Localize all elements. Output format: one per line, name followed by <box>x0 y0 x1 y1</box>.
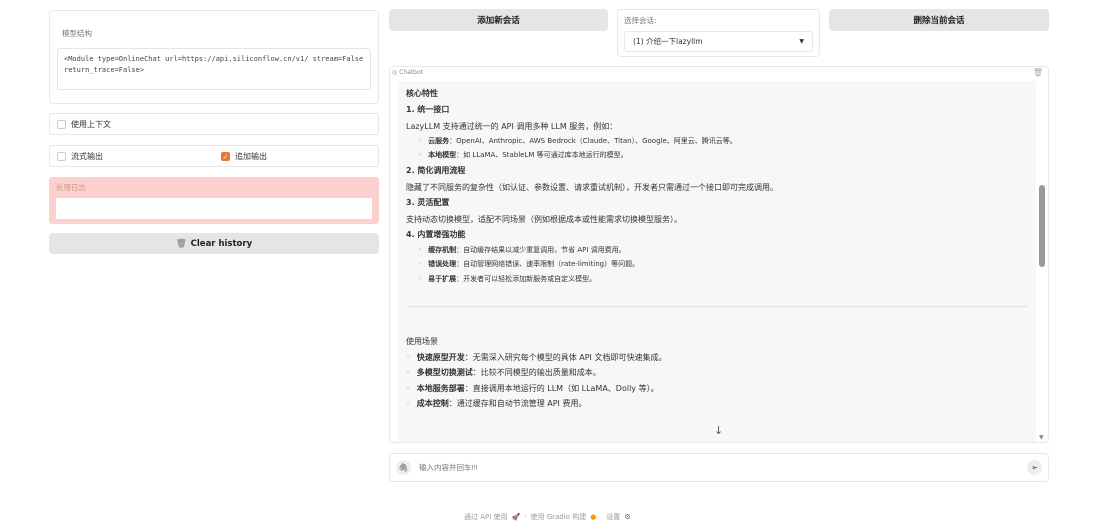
list-item-text: ：通过缓存和自动节流管理 API 费用。 <box>448 399 587 409</box>
session-select-panel: 选择会话: (1) 介绍一下lazyllm ▼ <box>617 9 820 57</box>
paperclip-icon[interactable]: 🖇 <box>396 460 411 475</box>
scroll-down-icon[interactable]: ▼ <box>1039 434 1044 441</box>
append-output-checkbox[interactable]: ✓ 追加输出 <box>221 151 267 162</box>
list-item-text: ：无需深入研究每个模型的具体 API 文档即可快速集成。 <box>464 352 667 362</box>
list-item-text: ：自动管理网络错误、速率限制（rate-limiting）等问题。 <box>456 260 640 269</box>
model-structure-panel: 模型结构 <Module type=OnlineChat url=https:/… <box>49 10 379 104</box>
api-link[interactable]: 通过 API 使用 <box>464 512 508 522</box>
session-select-label: 选择会话: <box>624 16 657 25</box>
stream-output-label: 流式输出 <box>71 151 103 161</box>
list-item-text: ：直接调用本地运行的 LLM（如 LLaMA、Dolly 等）。 <box>464 383 659 393</box>
list-item: 云服务：OpenAI、Anthropic、AWS Bedrock（Claude、… <box>418 137 1028 146</box>
scrollbar[interactable]: ▼ <box>1039 81 1046 441</box>
output-options: 流式输出 ✓ 追加输出 <box>49 145 379 167</box>
feature-list: 云服务：OpenAI、Anthropic、AWS Bedrock（Claude、… <box>418 137 1028 160</box>
model-structure-textbox[interactable]: <Module type=OnlineChat url=https://api.… <box>57 48 371 90</box>
use-case-list: 快速原型开发：无需深入研究每个模型的具体 API 文档即可快速集成。多模型切换测… <box>406 353 1028 410</box>
section-title: 3. 灵活配置 <box>406 198 450 208</box>
list-item-term: 易于扩展 <box>428 274 457 283</box>
heading-use-cases: 使用场景 <box>406 336 438 346</box>
list-item-term: 错误处理 <box>428 260 457 269</box>
chat-input[interactable] <box>419 463 1027 472</box>
append-output-label: 追加输出 <box>235 151 267 161</box>
chatbot: ◎ Chatbot 🗑 核心特性 1. 统一接口 LazyLLM 支持通过统一的… <box>389 66 1049 443</box>
scroll-down-arrow-icon[interactable]: ↓ <box>714 424 723 437</box>
model-structure-label: 模型结构 <box>62 29 92 38</box>
gradio-logo-icon: ● <box>590 513 597 521</box>
chevron-down-icon: ▼ <box>799 38 804 45</box>
heading-core-features: 核心特性 <box>406 89 438 98</box>
list-item-term: 缓存机制 <box>428 246 457 255</box>
gear-icon: ⚙ <box>624 513 631 521</box>
list-item: 本地服务部署：直接调用本地运行的 LLM（如 LLaMA、Dolly 等）。 <box>406 384 1028 394</box>
list-item-term: 本地模型 <box>428 151 457 160</box>
list-item-term: 成本控制 <box>416 399 449 409</box>
footer-separator: · <box>524 513 527 521</box>
list-item-text: ：比较不同模型的输出质量和成本。 <box>472 368 601 378</box>
section-title: 1. 统一接口 <box>406 105 450 115</box>
list-item-text: ：开发者可以轻松添加新服务或自定义模型。 <box>456 274 597 283</box>
list-item: 易于扩展：开发者可以轻松添加新服务或自定义模型。 <box>418 275 1028 284</box>
chat-input-bar: 🖇 ➢ <box>389 453 1049 482</box>
section-text: LazyLLM 支持通过统一的 API 调用多种 LLM 服务，例如： <box>406 121 618 131</box>
section-title: 4. 内置增强功能 <box>406 229 466 239</box>
feature-list: 缓存机制：自动缓存结果以减少重复调用，节省 API 调用费用。错误处理：自动管理… <box>418 246 1028 283</box>
list-item-term: 云服务 <box>428 137 450 146</box>
rocket-icon: 🚀 <box>511 513 521 521</box>
list-item: 缓存机制：自动缓存结果以减少重复调用，节省 API 调用费用。 <box>418 246 1028 255</box>
clear-history-label: Clear history <box>190 238 253 249</box>
add-session-button[interactable]: 添加新会话 <box>389 9 608 31</box>
footer: 通过 API 使用 🚀 · 使用 Gradio 构建 ● 设置 ⚙ <box>464 512 631 522</box>
settings-link[interactable]: 设置 <box>606 512 620 522</box>
divider <box>406 305 1028 307</box>
checkbox-icon[interactable] <box>57 119 66 129</box>
list-item: 错误处理：自动管理网络错误、速率限制（rate-limiting）等问题。 <box>418 260 1028 269</box>
stream-output-checkbox[interactable]: 流式输出 <box>57 151 221 162</box>
list-item: 本地模型：如 LLaMA、StableLM 等可通过库本地运行的模型。 <box>418 151 1028 160</box>
bot-message: 核心特性 1. 统一接口 LazyLLM 支持通过统一的 API 调用多种 LL… <box>398 81 1036 442</box>
gradio-link[interactable]: 使用 Gradio 构建 <box>530 512 586 522</box>
delete-session-button[interactable]: 删除当前会话 <box>829 9 1049 31</box>
section-text: 支持动态切换模型，适配不同场景（例如根据成本或性能需求切换模型服务）。 <box>406 214 682 224</box>
session-select-value: (1) 介绍一下lazyllm <box>633 37 703 46</box>
scrollbar-thumb[interactable] <box>1039 185 1045 267</box>
clear-chat-icon[interactable]: 🗑 <box>1033 68 1043 77</box>
trash-icon: 🗑 <box>175 238 187 249</box>
list-item-term: 本地服务部署 <box>416 383 465 393</box>
processing-log-textbox[interactable] <box>56 198 372 219</box>
list-item-text: ：自动缓存结果以减少重复调用，节省 API 调用费用。 <box>456 246 626 255</box>
section-title: 2. 简化调用流程 <box>406 166 466 176</box>
use-context-label: 使用上下文 <box>71 119 111 129</box>
list-item: 多模型切换测试：比较不同模型的输出质量和成本。 <box>406 368 1028 378</box>
section-text: 隐藏了不同服务的复杂性（如认证、参数设置、请求重试机制），开发者只需通过一个接口… <box>406 182 778 192</box>
processing-log-label: 处理日志 <box>56 183 86 192</box>
list-item-text: ：OpenAI、Anthropic、AWS Bedrock（Claude、Tit… <box>449 137 737 146</box>
list-item-term: 快速原型开发 <box>416 352 465 362</box>
processing-log-panel: 处理日志 <box>49 177 379 224</box>
list-item: 成本控制：通过缓存和自动节流管理 API 费用。 <box>406 399 1028 409</box>
clear-history-button[interactable]: 🗑 Clear history <box>49 233 379 254</box>
use-context-checkbox[interactable]: 使用上下文 <box>49 113 379 135</box>
list-item: 快速原型开发：无需深入研究每个模型的具体 API 文档即可快速集成。 <box>406 353 1028 363</box>
list-item-term: 多模型切换测试 <box>416 368 473 378</box>
list-item-text: ：如 LLaMA、StableLM 等可通过库本地运行的模型。 <box>456 151 628 160</box>
checkbox-icon[interactable] <box>57 151 66 161</box>
checkmark-icon[interactable]: ✓ <box>221 151 230 161</box>
session-select-dropdown[interactable]: (1) 介绍一下lazyllm ▼ <box>624 31 813 52</box>
chatbot-label: ◎ Chatbot <box>392 69 424 76</box>
send-icon[interactable]: ➢ <box>1027 460 1042 475</box>
